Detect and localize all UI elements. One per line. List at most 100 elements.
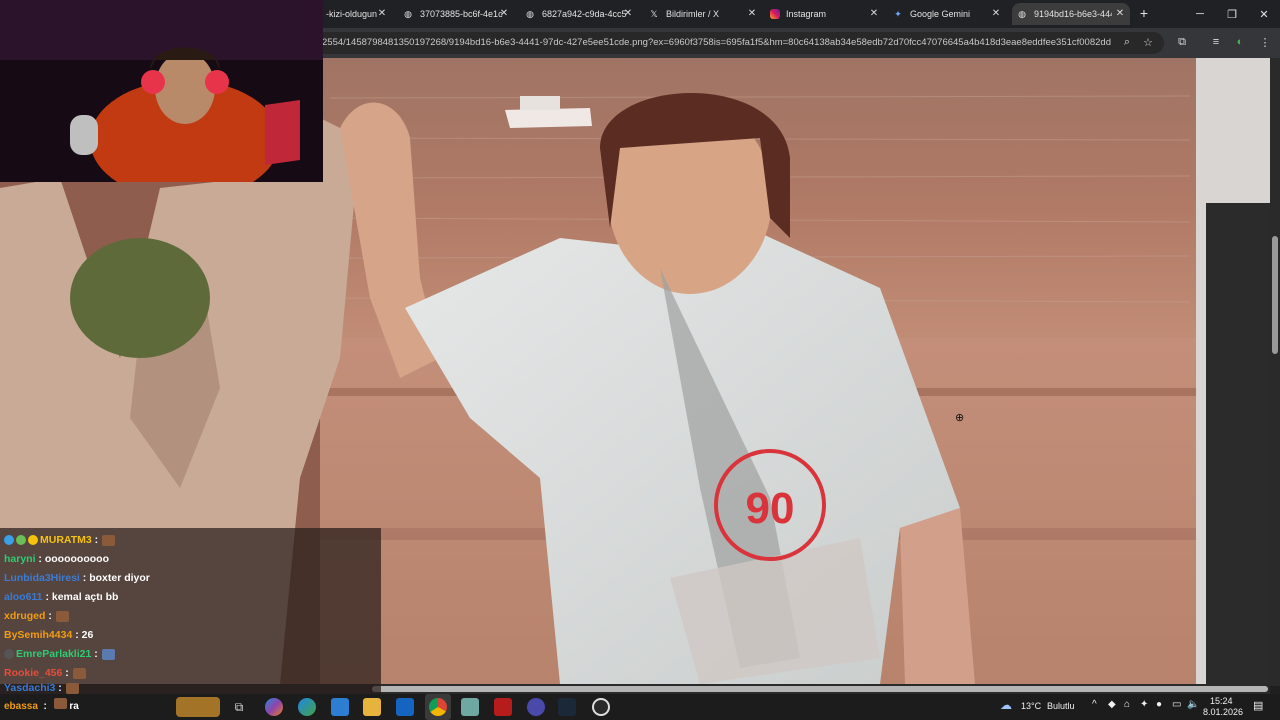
tab-label: Instagram <box>786 9 827 19</box>
weather-temp[interactable]: 13°C <box>1021 701 1041 711</box>
clock-date[interactable]: 8.01.2026 <box>1203 707 1243 717</box>
extensions-icon[interactable]: ⧉ <box>1173 33 1191 51</box>
chat-message: Lunbida3Hiresi : boxter diyor <box>4 572 150 584</box>
chat-username: BySemih4434 <box>4 629 73 641</box>
sub-badge <box>28 535 38 545</box>
task-view-icon[interactable]: ⧉ <box>230 698 248 716</box>
media-control-icon[interactable]: ≡ <box>1207 33 1225 51</box>
volume-icon[interactable]: 🔈 <box>1187 699 1199 710</box>
address-bar[interactable]: 2554/1458798481350197268/9194bd16-b6e3-4… <box>300 32 1164 54</box>
chat-text: ra <box>69 701 79 712</box>
scroll-thumb[interactable] <box>1272 236 1278 354</box>
edge-icon[interactable] <box>298 698 316 716</box>
weather-desc[interactable]: Bulutlu <box>1047 701 1075 711</box>
screen: -kizi-oldugun ✕ ◍ 37073885-bc6f-4e1c ✕ ◍… <box>0 0 1280 720</box>
tab-6[interactable]: ✦ Google Gemini ✕ <box>892 3 1002 25</box>
url-text: 2554/1458798481350197268/9194bd16-b6e3-4… <box>322 37 1111 48</box>
cloud-icon: ☁ <box>1000 698 1012 712</box>
chat-username: aloo611 <box>4 591 43 603</box>
chat-text: 26 <box>81 629 94 641</box>
chat-username: Lunbida3Hiresi <box>4 572 80 584</box>
tab-4[interactable]: 𝕏 Bildirimler / X ✕ <box>648 3 758 25</box>
chat-message: Yasdachi3 : <box>4 682 79 694</box>
chrome-icon[interactable] <box>429 698 447 716</box>
bookmark-star-icon[interactable]: ☆ <box>1139 33 1157 51</box>
mail-icon[interactable] <box>396 698 414 716</box>
tab-7-active[interactable]: ◍ 9194bd16-b6e3-444 ✕ <box>1012 3 1130 25</box>
close-icon[interactable]: ✕ <box>622 8 634 20</box>
boat <box>505 108 592 128</box>
tab-2[interactable]: ◍ 37073885-bc6f-4e1c ✕ <box>402 3 510 25</box>
tray-app-icon[interactable]: ⌂ <box>1124 699 1130 710</box>
webcam-overlay <box>0 0 323 182</box>
microphone-icon <box>70 115 98 155</box>
tab-label: 6827a942-c9da-4cc5 <box>542 9 627 19</box>
new-tab-button[interactable]: + <box>1136 5 1152 21</box>
chevron-up-icon[interactable]: ^ <box>1092 699 1097 710</box>
network-icon[interactable]: ▭ <box>1172 699 1181 710</box>
close-icon[interactable]: ✕ <box>868 8 880 20</box>
chat-username: Rookie_456 <box>4 667 63 679</box>
chat-message: Rookie_456 : <box>4 664 86 682</box>
minimize-button[interactable]: ─ <box>1184 0 1216 28</box>
zoom-in-icon: ⊕ <box>955 412 965 424</box>
close-icon[interactable]: ✕ <box>1114 8 1126 20</box>
chat-username: haryni <box>4 553 36 565</box>
globe-icon: ◍ <box>526 8 534 19</box>
close-icon[interactable]: ✕ <box>498 8 510 20</box>
notes-icon[interactable] <box>461 698 479 716</box>
tab-label: Google Gemini <box>910 9 971 19</box>
chat-message: haryni : oooooooooo <box>4 553 109 565</box>
microphone-icon[interactable]: ● <box>1156 699 1162 710</box>
window-controls: ─ ❐ ✕ <box>1184 0 1280 28</box>
bush <box>70 238 210 358</box>
close-icon[interactable]: ✕ <box>746 8 758 20</box>
close-icon[interactable]: ✕ <box>990 8 1002 20</box>
store-icon[interactable] <box>331 698 349 716</box>
close-window-button[interactable]: ✕ <box>1248 0 1280 28</box>
chat-username: EmreParlakli21 <box>16 648 92 660</box>
emote-icon <box>102 534 116 546</box>
profile-icon[interactable]: ◐ <box>1231 33 1249 51</box>
copilot-icon[interactable] <box>265 698 283 716</box>
discord-icon[interactable] <box>527 698 545 716</box>
chat-message: MURATM3 : <box>4 531 116 549</box>
emote-icon <box>72 667 86 679</box>
tab-label: Bildirimler / X <box>666 9 720 19</box>
chat-message: EmreParlakli21 : <box>4 645 115 663</box>
shirt-print-text: 90 <box>746 484 795 533</box>
clock-time[interactable]: 15:24 <box>1210 696 1233 706</box>
chat-username: ebassa <box>4 701 38 712</box>
obs-icon[interactable] <box>592 698 610 716</box>
diamond-badge <box>4 535 14 545</box>
webcam-feed <box>0 0 323 182</box>
voicemeeter-icon[interactable] <box>494 698 512 716</box>
close-icon[interactable]: ✕ <box>376 8 388 20</box>
instagram-icon <box>770 9 780 19</box>
tab-5[interactable]: Instagram ✕ <box>770 3 880 25</box>
globe-icon: ◍ <box>404 8 412 19</box>
notification-icon[interactable]: ▤ <box>1253 699 1263 712</box>
chat-text: boxter diyor <box>89 572 150 584</box>
menu-kebab-icon[interactable]: ⋮ <box>1256 33 1274 51</box>
chat-username: xdruged <box>4 610 46 622</box>
zoom-icon[interactable]: ⌕ <box>1118 33 1136 51</box>
guitar <box>265 100 300 165</box>
chat-username: MURATM3 <box>40 534 92 546</box>
globe-badge <box>16 535 26 545</box>
restore-button[interactable]: ❐ <box>1216 0 1248 28</box>
tray-app-icon[interactable]: ◆ <box>1108 699 1116 710</box>
boat-cabin <box>520 96 560 110</box>
gemini-icon: ✦ <box>894 8 902 19</box>
scroll-thumb[interactable] <box>372 686 1268 692</box>
steam-icon[interactable] <box>558 698 576 716</box>
tray-app-icon[interactable]: ✦ <box>1140 699 1148 710</box>
tab-1[interactable]: -kizi-oldugun ✕ <box>326 3 388 25</box>
chat-text: oooooooooo <box>44 553 109 565</box>
tab-3[interactable]: ◍ 6827a942-c9da-4cc5 ✕ <box>524 3 634 25</box>
headphone-right <box>205 70 229 94</box>
emote-icon <box>53 698 67 709</box>
vertical-scrollbar[interactable] <box>1270 58 1280 686</box>
file-explorer-icon[interactable] <box>363 698 381 716</box>
chat-message: aloo611 : kemal açtı bb <box>4 591 119 603</box>
